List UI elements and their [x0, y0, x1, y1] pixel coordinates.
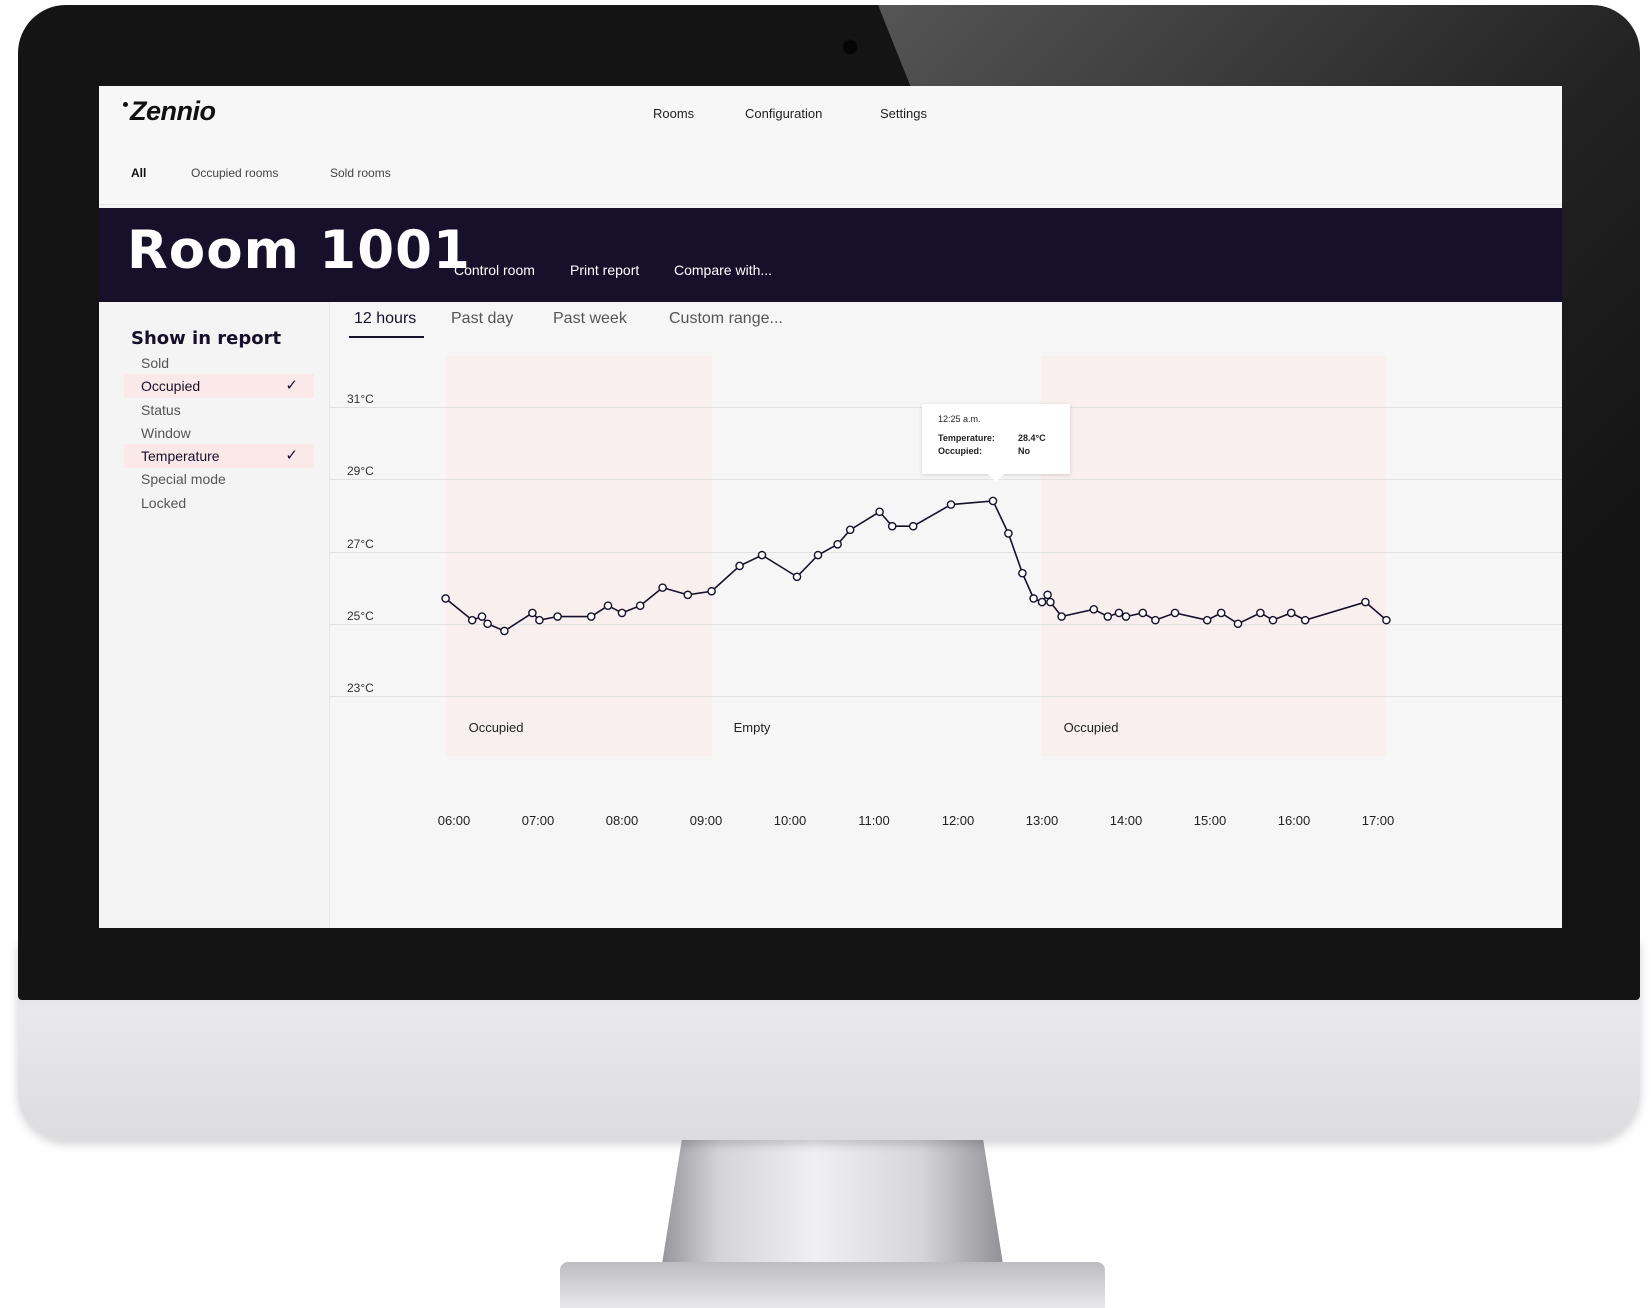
temperature-point[interactable]: [1114, 608, 1124, 618]
temperature-point[interactable]: [1138, 608, 1148, 618]
tooltip-temperature-value: 28.4°C: [1018, 433, 1046, 443]
temperature-point[interactable]: [1018, 568, 1027, 578]
temperature-point[interactable]: [707, 586, 716, 596]
temperature-point[interactable]: [1256, 608, 1265, 618]
temperature-point[interactable]: [603, 601, 613, 610]
temperature-point[interactable]: [1170, 608, 1180, 618]
temperature-point[interactable]: [1202, 615, 1212, 625]
app-screen: Zennio Rooms Configuration Settings All …: [99, 86, 1562, 928]
temperature-point[interactable]: [1361, 597, 1370, 607]
temperature-point[interactable]: [757, 550, 767, 560]
temperature-point[interactable]: [1103, 612, 1113, 621]
temperature-point[interactable]: [477, 612, 487, 621]
temperature-point[interactable]: [617, 608, 627, 618]
temperature-point[interactable]: [683, 590, 693, 600]
temperature-point[interactable]: [1268, 615, 1278, 625]
temperature-point[interactable]: [635, 601, 645, 610]
temperature-point[interactable]: [528, 608, 537, 618]
temperature-point[interactable]: [875, 507, 884, 517]
temperature-point[interactable]: [1151, 615, 1160, 625]
temperature-line-chart: [441, 496, 1391, 636]
temperature-point[interactable]: [1089, 605, 1099, 614]
monitor-stand-base: [560, 1262, 1105, 1308]
temperature-point[interactable]: [1046, 597, 1055, 607]
temperature-point[interactable]: [792, 572, 802, 582]
temperature-point[interactable]: [1057, 612, 1066, 621]
temperature-point[interactable]: [833, 539, 842, 549]
temperature-point[interactable]: [1382, 615, 1391, 625]
tooltip-occupied-label: Occupied:: [938, 446, 983, 456]
chart-tooltip: 12:25 a.m. Temperature: 28.4°C Occupied:…: [922, 404, 1070, 482]
tooltip-time: 12:25 a.m.: [938, 414, 981, 424]
temperature-point[interactable]: [467, 615, 477, 625]
camera-icon: [841, 38, 859, 56]
temperature-point[interactable]: [1004, 529, 1013, 538]
temperature-point[interactable]: [1043, 590, 1052, 600]
temperature-point[interactable]: [988, 496, 998, 506]
temperature-point[interactable]: [908, 521, 918, 531]
temperature-point[interactable]: [535, 615, 544, 625]
temperature-point[interactable]: [586, 612, 596, 621]
temperature-point[interactable]: [735, 561, 744, 571]
temperature-point[interactable]: [500, 626, 509, 636]
temperature-point[interactable]: [1029, 594, 1038, 603]
temperature-point[interactable]: [1216, 608, 1226, 618]
tooltip-temperature-label: Temperature:: [938, 433, 995, 443]
temperature-point[interactable]: [1233, 619, 1243, 629]
temperature-series-line: [445, 500, 1387, 632]
temperature-point[interactable]: [946, 500, 956, 509]
temperature-point[interactable]: [1286, 608, 1296, 618]
temperature-point[interactable]: [813, 550, 823, 560]
temperature-point[interactable]: [483, 619, 492, 629]
temperature-point[interactable]: [887, 521, 897, 531]
temperature-point[interactable]: [845, 525, 855, 535]
temperature-point[interactable]: [1037, 597, 1047, 607]
temperature-point[interactable]: [441, 594, 450, 603]
temperature-point[interactable]: [658, 583, 667, 592]
temperature-point[interactable]: [1121, 612, 1131, 621]
tooltip-occupied-value: No: [1018, 446, 1030, 456]
temperature-point[interactable]: [1300, 615, 1310, 625]
temperature-point[interactable]: [553, 612, 562, 621]
